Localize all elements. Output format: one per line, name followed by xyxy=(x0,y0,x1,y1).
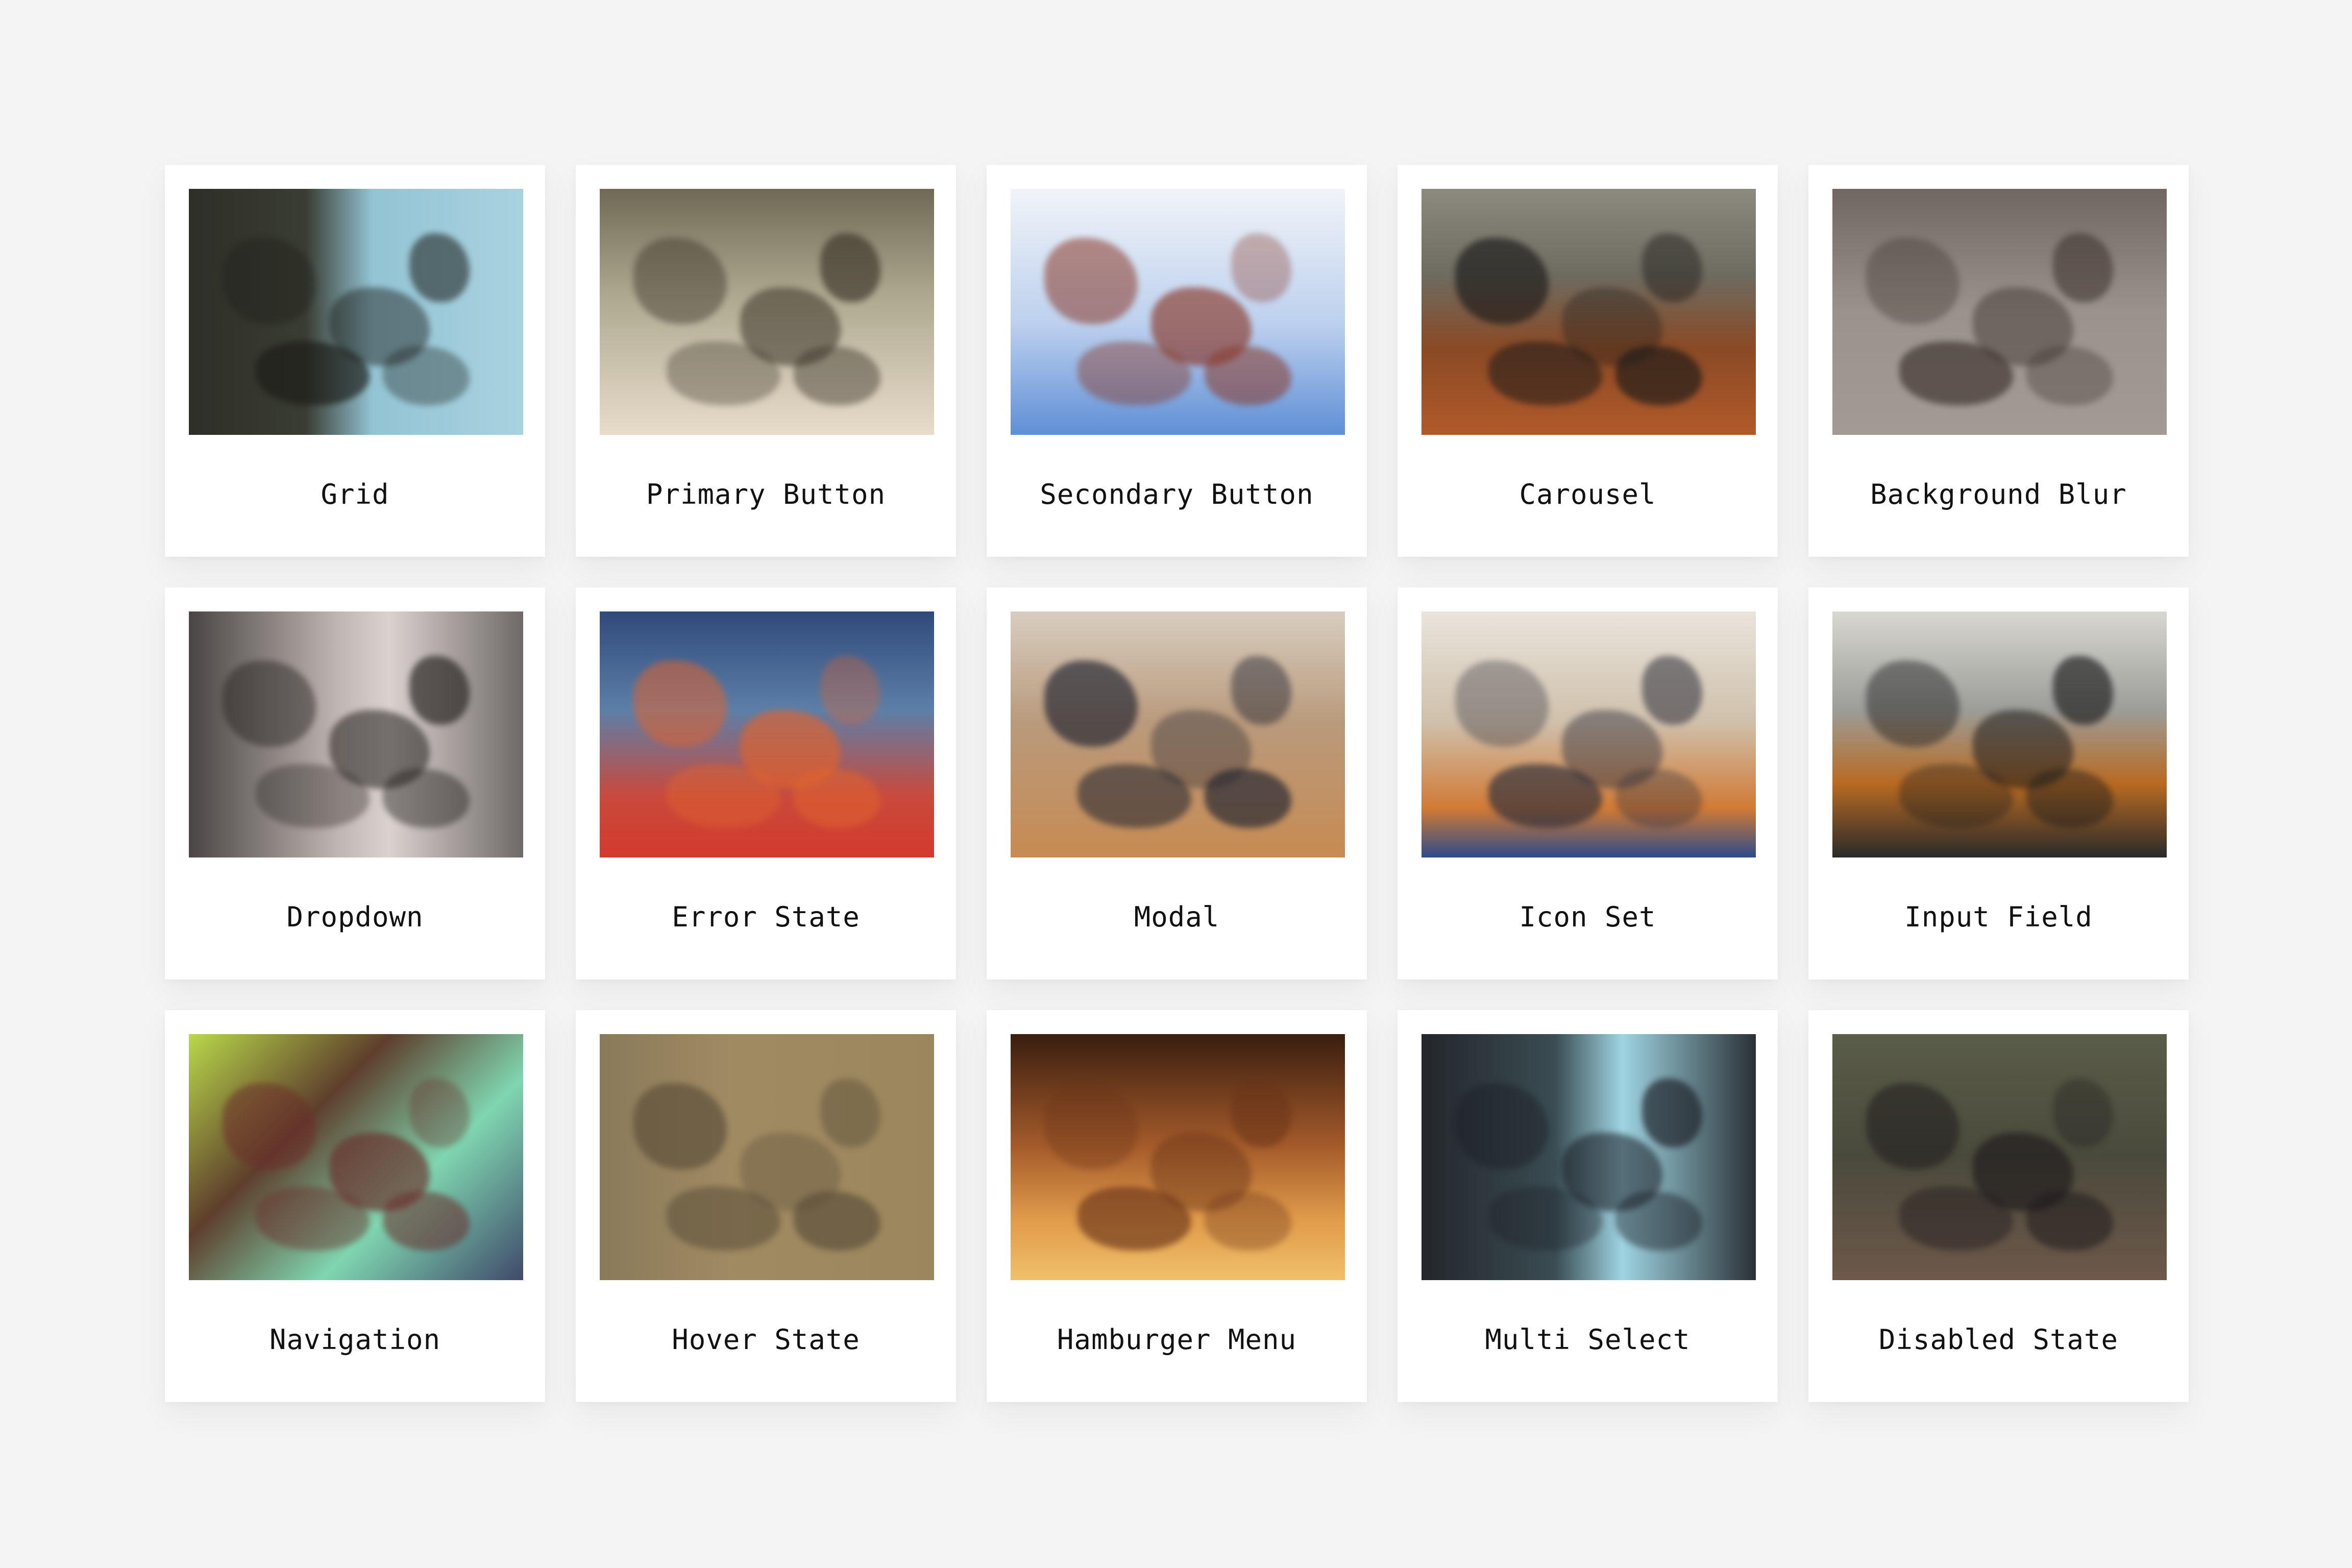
component-card[interactable]: Background Blur xyxy=(1808,165,2189,557)
card-label: Icon Set xyxy=(1519,901,1656,933)
card-label: Navigation xyxy=(269,1324,441,1356)
component-card[interactable]: Secondary Button xyxy=(987,165,1367,557)
thumbnail-texture xyxy=(1231,655,1292,725)
thumbnail-texture xyxy=(2026,346,2114,406)
thumbnail-texture xyxy=(1866,1083,1959,1170)
thumbnail-texture xyxy=(1044,660,1138,747)
thumbnail-texture xyxy=(1455,238,1549,325)
card-label: Dropdown xyxy=(286,901,424,933)
card-label: Secondary Button xyxy=(1040,478,1314,510)
thumbnail-texture xyxy=(1642,233,1703,302)
component-card[interactable]: Icon Set xyxy=(1398,587,1778,979)
thumbnail-texture xyxy=(222,1083,316,1170)
thumbnail-texture xyxy=(1231,233,1292,302)
thumbnail-texture xyxy=(1866,660,1959,747)
component-card[interactable]: Disabled State xyxy=(1808,1010,2189,1402)
component-card[interactable]: Primary Button xyxy=(576,165,956,557)
card-label: Hamburger Menu xyxy=(1057,1324,1297,1356)
component-card[interactable]: Grid xyxy=(165,165,545,557)
thumbnail-texture xyxy=(633,660,727,747)
thumbnail-texture xyxy=(1204,1191,1292,1251)
thumbnail-texture xyxy=(1615,346,1703,406)
card-thumbnail-image xyxy=(600,189,934,435)
thumbnail-texture xyxy=(2026,1191,2114,1251)
thumbnail-texture xyxy=(382,346,470,406)
component-card[interactable]: Carousel xyxy=(1398,165,1778,557)
thumbnail-texture xyxy=(409,1078,470,1147)
card-label: Error State xyxy=(672,901,860,933)
card-label: Hover State xyxy=(672,1324,860,1356)
component-card[interactable]: Error State xyxy=(576,587,956,979)
component-card[interactable]: Input Field xyxy=(1808,587,2189,979)
thumbnail-texture xyxy=(1044,1083,1138,1170)
card-thumbnail-image xyxy=(1011,611,1345,857)
component-card[interactable]: Dropdown xyxy=(165,587,545,979)
card-thumbnail-image xyxy=(1832,611,2167,857)
card-label: Modal xyxy=(1134,901,1220,933)
thumbnail-texture xyxy=(2053,655,2114,725)
thumbnail-texture xyxy=(222,660,316,747)
component-card[interactable]: Hover State xyxy=(576,1010,956,1402)
card-thumbnail-image xyxy=(600,611,934,857)
card-label: Input Field xyxy=(1904,901,2093,933)
thumbnail-texture xyxy=(1642,1078,1703,1147)
thumbnail-texture xyxy=(1455,1083,1549,1170)
thumbnail-texture xyxy=(1615,769,1703,828)
thumbnail-texture xyxy=(1866,238,1959,325)
card-thumbnail-image xyxy=(1011,189,1345,435)
thumbnail-texture xyxy=(2053,1078,2114,1147)
thumbnail-texture xyxy=(2026,769,2114,828)
card-label: Carousel xyxy=(1519,478,1656,510)
thumbnail-texture xyxy=(1231,1078,1292,1147)
card-label: Background Blur xyxy=(1870,478,2127,510)
thumbnail-texture xyxy=(793,1191,881,1251)
card-thumbnail-image xyxy=(600,1034,934,1280)
card-thumbnail-image xyxy=(1422,611,1756,857)
thumbnail-texture xyxy=(633,1083,727,1170)
thumbnail-texture xyxy=(409,655,470,725)
thumbnail-texture xyxy=(382,769,470,828)
thumbnail-texture xyxy=(1642,655,1703,725)
card-label: Disabled State xyxy=(1878,1324,2119,1356)
thumbnail-texture xyxy=(633,238,727,325)
card-thumbnail-image xyxy=(189,189,523,435)
card-label: Primary Button xyxy=(646,478,886,510)
card-grid: Grid Primary Button Secondary Button Carous… xyxy=(165,165,2189,1402)
card-label: Grid xyxy=(321,478,389,510)
thumbnail-texture xyxy=(793,346,881,406)
component-card[interactable]: Navigation xyxy=(165,1010,545,1402)
thumbnail-texture xyxy=(1204,769,1292,828)
card-thumbnail-image xyxy=(189,1034,523,1280)
thumbnail-texture xyxy=(1044,238,1138,325)
thumbnail-texture xyxy=(1455,660,1549,747)
component-card[interactable]: Hamburger Menu xyxy=(987,1010,1367,1402)
thumbnail-texture xyxy=(793,769,881,828)
card-thumbnail-image xyxy=(1832,189,2167,435)
card-label: Multi Select xyxy=(1485,1324,1690,1356)
thumbnail-texture xyxy=(222,238,316,325)
thumbnail-texture xyxy=(820,655,881,725)
thumbnail-texture xyxy=(1615,1191,1703,1251)
thumbnail-texture xyxy=(382,1191,470,1251)
thumbnail-texture xyxy=(820,1078,881,1147)
thumbnail-texture xyxy=(409,233,470,302)
card-thumbnail-image xyxy=(1422,189,1756,435)
card-thumbnail-image xyxy=(1422,1034,1756,1280)
thumbnail-texture xyxy=(820,233,881,302)
card-thumbnail-image xyxy=(189,611,523,857)
thumbnail-texture xyxy=(2053,233,2114,302)
component-card[interactable]: Multi Select xyxy=(1398,1010,1778,1402)
card-thumbnail-image xyxy=(1011,1034,1345,1280)
thumbnail-texture xyxy=(1204,346,1292,406)
component-card[interactable]: Modal xyxy=(987,587,1367,979)
card-thumbnail-image xyxy=(1832,1034,2167,1280)
